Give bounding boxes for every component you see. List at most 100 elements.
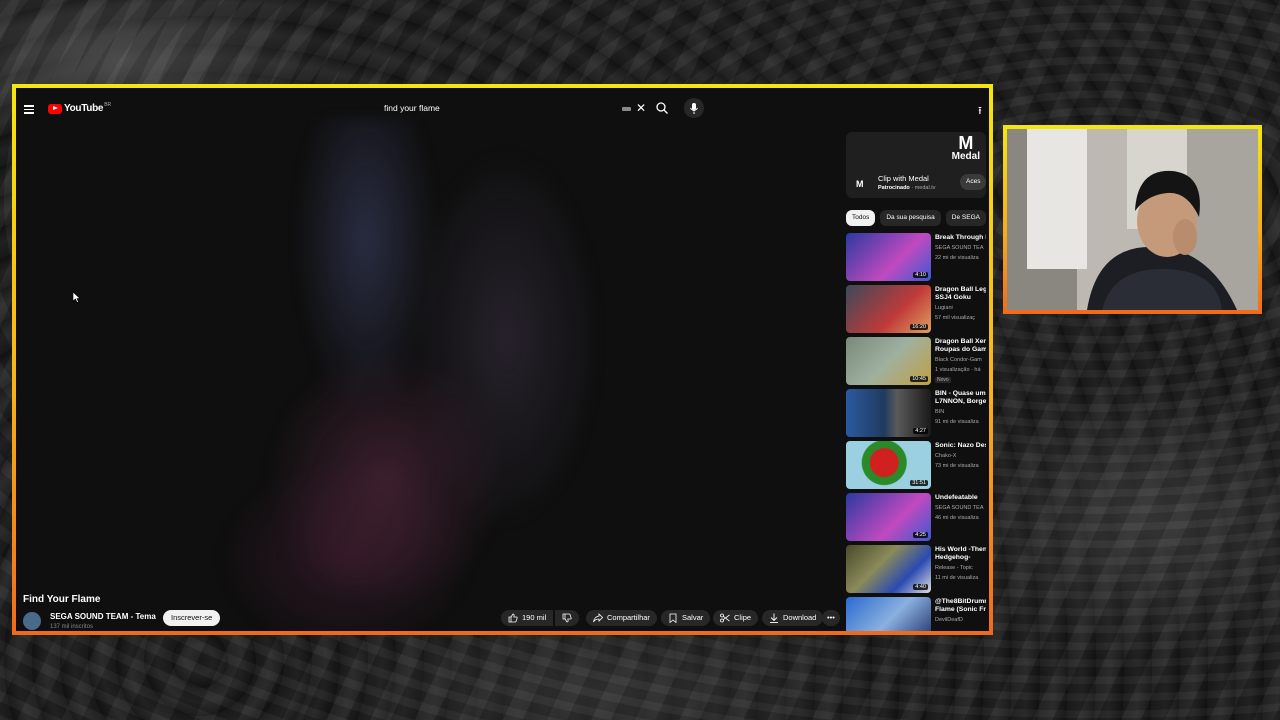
upload-icon[interactable]: ⭱ (978, 102, 982, 121)
subscriber-count: 137 mil inscritos (50, 624, 94, 630)
clip-label: Clipe (734, 613, 752, 622)
more-actions-icon[interactable]: ••• (822, 610, 840, 626)
video-title[interactable]: Dragon Ball Leg SSJ4 Goku (935, 286, 986, 302)
video-duration: 4:40 (913, 584, 928, 590)
video-title[interactable]: His World -Then Hedgehog- (935, 546, 986, 562)
ad-sponsored-label: Patrocinado (878, 185, 910, 191)
list-item[interactable]: 4:25 Undefeatable SEGA SOUND TEA 46 mi d… (846, 493, 986, 541)
scissors-icon (720, 613, 730, 623)
chip-from-search[interactable]: Da sua pesquisa (880, 210, 941, 226)
video-thumbnail[interactable]: 4:25 (846, 493, 931, 541)
list-item[interactable]: 4:40 His World -Then Hedgehog- Release -… (846, 545, 986, 593)
video-thumbnail[interactable]: 4:27 (846, 389, 931, 437)
video-title[interactable]: Break Through I (935, 234, 986, 242)
view-count: 91 mi de visualiza (935, 419, 979, 425)
save-button[interactable]: Salvar (661, 610, 711, 626)
thumbs-down-icon (562, 613, 572, 623)
clear-search-icon[interactable]: ✕ (636, 101, 646, 115)
webcam-feed (1007, 129, 1258, 310)
video-thumbnail[interactable]: 4:10 (846, 233, 931, 281)
chip-from-sega[interactable]: De SEGA (945, 210, 986, 226)
list-item[interactable]: 31:51 Sonic: Nazo Des Chako-X 73 mi de v… (846, 441, 986, 489)
thumbs-up-icon (508, 613, 518, 623)
video-duration: 4:25 (913, 532, 928, 538)
video-title[interactable]: Dragon Ball Xen Roupas do Gam (935, 338, 986, 354)
share-label: Compartilhar (607, 613, 650, 622)
hamburger-menu-icon[interactable] (24, 105, 34, 114)
microphone-icon[interactable] (684, 98, 704, 118)
video-title: Find Your Flame (23, 594, 101, 605)
channel-name: Chako-X (935, 453, 957, 459)
ad-title: Clip with Medal (878, 174, 929, 183)
like-count: 190 mil (522, 613, 547, 622)
new-badge: Novo (935, 377, 951, 383)
filter-chips: Todos Da sua pesquisa De SEGA (846, 210, 986, 226)
video-thumbnail[interactable]: 31:51 (846, 441, 931, 489)
list-item[interactable]: 4:27 BIN - Quase um L7NNON, Borge BIN 91… (846, 389, 986, 437)
download-label: Download (783, 613, 817, 622)
channel-name: DevilDeafD (935, 617, 963, 623)
video-thumbnail[interactable] (846, 597, 931, 631)
video-title[interactable]: @The8BitDrumr Flame (Sonic Fr (935, 598, 986, 614)
list-item[interactable]: @The8BitDrumr Flame (Sonic Fr DevilDeafD (846, 597, 986, 631)
search-icon[interactable] (655, 101, 669, 115)
medal-small-icon: M (856, 179, 864, 189)
ad-cta-button[interactable]: Aces (960, 174, 986, 190)
channel-name: SEGA SOUND TEA (935, 245, 984, 251)
keyboard-icon[interactable] (622, 107, 631, 111)
view-count: 73 mi de visualiza (935, 463, 979, 469)
search-input[interactable]: find your flame ✕ (378, 100, 654, 118)
view-count: 22 mi de visualiza (935, 255, 979, 261)
video-thumbnail[interactable]: 16:20 (846, 285, 931, 333)
youtube-logo[interactable]: YouTube BR (48, 101, 112, 114)
like-button[interactable]: 190 mil (501, 610, 554, 626)
video-duration: 31:51 (910, 480, 928, 486)
ad-domain: medal.tv (914, 185, 936, 191)
channel-name: Lugiani (935, 305, 953, 311)
ad-brand-name: Medal (951, 151, 980, 162)
video-title[interactable]: Undefeatable (935, 494, 986, 502)
list-item[interactable]: 10:45 Dragon Ball Xen Roupas do Gam Blac… (846, 337, 986, 385)
video-duration: 16:20 (910, 324, 928, 330)
view-count: 11 mi de visualiza (935, 575, 979, 581)
search-query[interactable]: find your flame (384, 103, 440, 113)
logo-text: YouTube (64, 103, 104, 114)
dislike-button[interactable] (555, 610, 579, 626)
video-player[interactable] (166, 118, 666, 631)
bookmark-icon (669, 613, 677, 623)
list-item[interactable]: 4:10 Break Through I SEGA SOUND TEA 22 m… (846, 233, 986, 281)
list-item[interactable]: 16:20 Dragon Ball Leg SSJ4 Goku Lugiani … (846, 285, 986, 333)
video-thumbnail[interactable]: 4:40 (846, 545, 931, 593)
top-bar: YouTube BR find your flame ✕ ⭱ (16, 88, 989, 132)
video-title[interactable]: BIN - Quase um L7NNON, Borge (935, 390, 986, 406)
sidebar-recommendations: M Medal M Clip with Medal Patrocinado · … (846, 132, 986, 631)
view-count: 1 visualização · há (935, 367, 981, 373)
youtube-play-icon (48, 103, 62, 114)
channel-name[interactable]: SEGA SOUND TEAM - Tema (50, 612, 156, 621)
video-thumbnail[interactable]: 10:45 (846, 337, 931, 385)
channel-name: BIN (935, 409, 945, 415)
medal-logo-icon: M (958, 133, 974, 153)
clip-button[interactable]: Clipe (713, 610, 759, 626)
channel-avatar[interactable] (23, 612, 41, 630)
save-label: Salvar (682, 613, 704, 622)
video-actions-row: SEGA SOUND TEAM - Tema 137 mil inscritos… (23, 610, 843, 631)
download-button[interactable]: Download (762, 610, 824, 626)
video-duration: 10:45 (910, 376, 928, 382)
channel-name: SEGA SOUND TEA (935, 505, 984, 511)
channel-name: Black Condor-Gam (935, 357, 982, 363)
webcam-person-image (1007, 129, 1258, 310)
ad-sponsored: Patrocinado · medal.tv (878, 185, 936, 191)
chip-all[interactable]: Todos (846, 210, 876, 226)
video-title[interactable]: Sonic: Nazo Des (935, 442, 986, 450)
video-duration: 4:27 (913, 428, 928, 434)
youtube-window: YouTube BR find your flame ✕ ⭱ Find Your… (16, 88, 989, 631)
subscribe-button[interactable]: Inscrever-se (163, 610, 221, 626)
youtube-window-frame: YouTube BR find your flame ✕ ⭱ Find Your… (12, 84, 993, 635)
sponsored-ad[interactable]: M Medal M Clip with Medal Patrocinado · … (846, 132, 986, 198)
share-button[interactable]: Compartilhar (586, 610, 657, 626)
view-count: 57 mil visualizaç (935, 315, 976, 321)
view-count: 46 mi de visualiza (935, 515, 979, 521)
logo-country: BR (104, 101, 112, 108)
channel-name: Release - Topic (935, 565, 973, 571)
